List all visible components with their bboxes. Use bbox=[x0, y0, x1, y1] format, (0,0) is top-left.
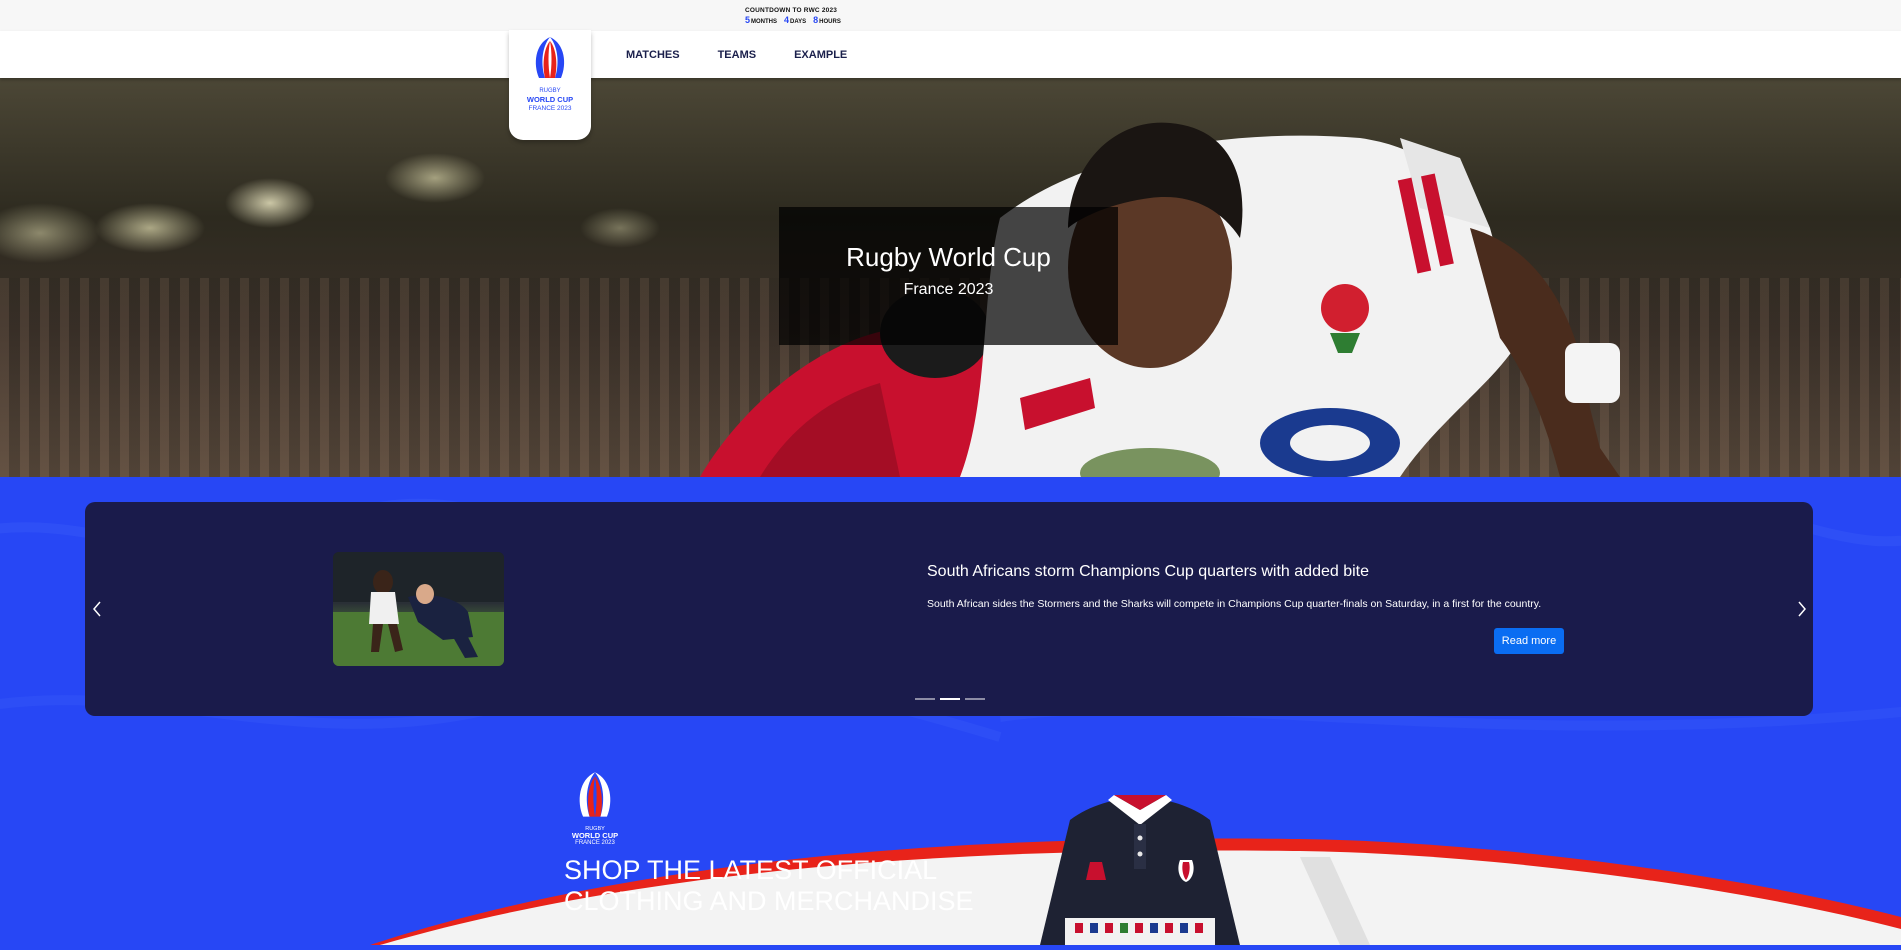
countdown-months-value: 5 bbox=[745, 15, 751, 25]
countdown-hours: 8 HOURS bbox=[813, 15, 841, 25]
countdown-values: 5 MONTHS 4 DAYS 8 HOURS bbox=[745, 15, 841, 25]
news-summary: South African sides the Stormers and the… bbox=[927, 598, 1542, 610]
carousel-indicators bbox=[915, 698, 985, 700]
hero-subtitle: France 2023 bbox=[903, 281, 994, 298]
news-carousel: South Africans storm Champions Cup quart… bbox=[85, 502, 1813, 716]
chevron-left-icon bbox=[93, 601, 101, 617]
logo-text-rugby: RUGBY bbox=[539, 88, 561, 94]
shop-heading: SHOP THE LATEST OFFICIAL CLOTHING AND ME… bbox=[564, 855, 974, 916]
news-thumbnail-image bbox=[333, 552, 504, 666]
carousel-next-button[interactable] bbox=[1792, 594, 1812, 624]
hero-caption: Rugby World Cup France 2023 bbox=[779, 207, 1118, 345]
shop-logo-text-world-cup: WORLD CUP bbox=[571, 831, 619, 840]
countdown-days: 4 DAYS bbox=[784, 15, 806, 25]
countdown-hours-unit: HOURS bbox=[819, 19, 841, 25]
hero-title: Rugby World Cup bbox=[846, 242, 1051, 272]
news-rugby-tackle-image bbox=[333, 552, 504, 666]
carousel-prev-button[interactable] bbox=[87, 594, 107, 624]
countdown-days-value: 4 bbox=[784, 15, 790, 25]
carousel-indicator-1[interactable] bbox=[915, 698, 935, 700]
nav-item-matches[interactable]: MATCHES bbox=[626, 49, 680, 61]
logo-text-world-cup: WORLD CUP bbox=[526, 95, 574, 104]
nav-links: MATCHES TEAMS EXAMPLE bbox=[626, 31, 847, 78]
nav-item-example[interactable]: EXAMPLE bbox=[794, 49, 847, 61]
carousel-indicator-2[interactable] bbox=[940, 698, 960, 700]
countdown-hours-value: 8 bbox=[813, 15, 819, 25]
shop-rwc-logo: RUGBY WORLD CUP FRANCE 2023 bbox=[563, 769, 627, 847]
carousel-indicator-3[interactable] bbox=[965, 698, 985, 700]
nav-item-teams[interactable]: TEAMS bbox=[718, 49, 757, 61]
chevron-right-icon bbox=[1798, 601, 1806, 617]
countdown-months: 5 MONTHS bbox=[745, 15, 777, 25]
shop-jersey-image[interactable] bbox=[1040, 790, 1240, 950]
countdown-months-unit: MONTHS bbox=[751, 19, 778, 25]
shop-logo-text-france: FRANCE 2023 bbox=[575, 840, 615, 846]
logo-text-france: FRANCE 2023 bbox=[528, 105, 572, 112]
news-headline: South Africans storm Champions Cup quart… bbox=[927, 563, 1370, 580]
rwc-logo-link[interactable]: RUGBY WORLD CUP FRANCE 2023 bbox=[509, 30, 591, 140]
read-more-button[interactable]: Read more bbox=[1494, 628, 1564, 654]
hero-banner: Rugby World Cup France 2023 bbox=[0, 78, 1901, 477]
main-navbar: MATCHES TEAMS EXAMPLE bbox=[0, 31, 1901, 78]
rwc-trophy-logo-icon bbox=[535, 37, 565, 78]
countdown-title: COUNTDOWN TO RWC 2023 bbox=[745, 7, 838, 14]
countdown-days-unit: DAYS bbox=[790, 19, 807, 25]
rwc-trophy-logo-icon bbox=[579, 772, 611, 817]
countdown-bar: COUNTDOWN TO RWC 2023 5 MONTHS 4 DAYS 8 … bbox=[0, 0, 1901, 31]
rugby-jersey-image bbox=[1040, 795, 1240, 945]
countdown: COUNTDOWN TO RWC 2023 5 MONTHS 4 DAYS 8 … bbox=[745, 7, 841, 25]
